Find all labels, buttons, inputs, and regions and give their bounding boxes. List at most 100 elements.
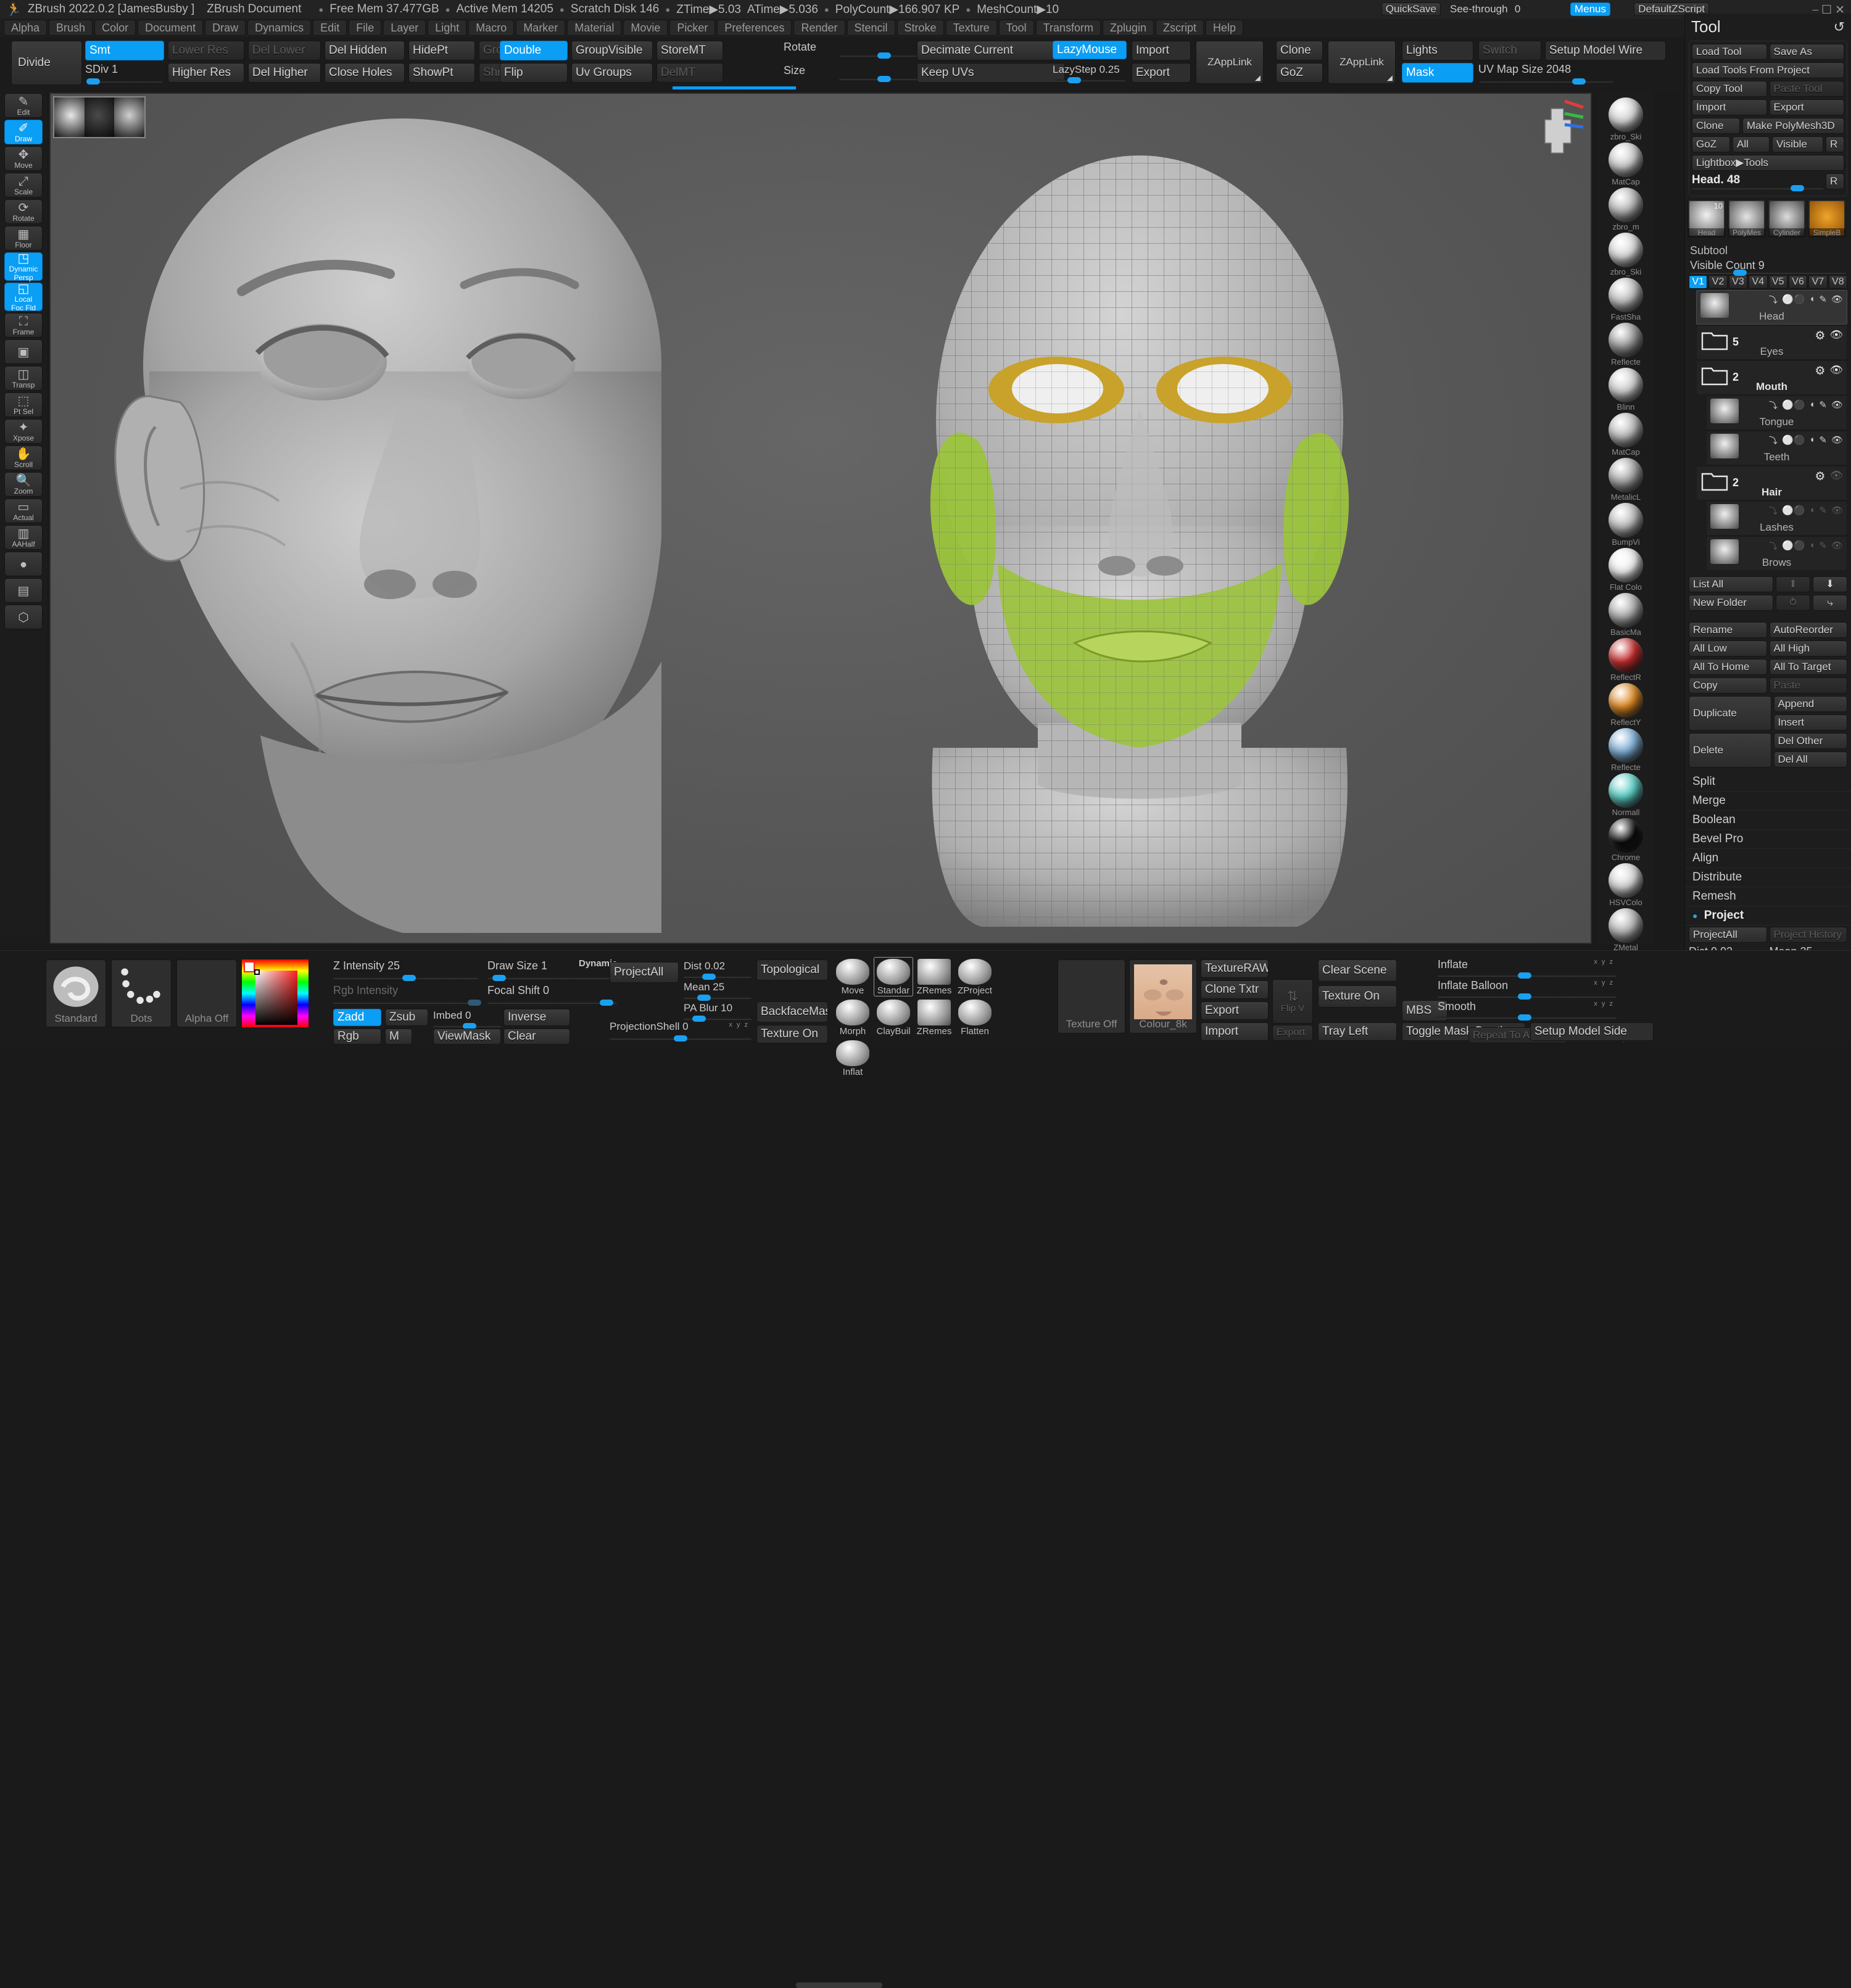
- goz-button[interactable]: GoZ: [1276, 63, 1323, 83]
- clone-button[interactable]: Clone: [1276, 41, 1323, 60]
- left-tool-draw[interactable]: ✐ Draw: [4, 120, 43, 144]
- show-pt-button[interactable]: ShowPt: [408, 63, 475, 83]
- tool-section-remesh[interactable]: Remesh: [1685, 887, 1851, 906]
- paste-tool-button[interactable]: Paste Tool: [1769, 81, 1844, 97]
- setup-model-side-button[interactable]: Setup Model Side: [1530, 1022, 1654, 1041]
- tool-clone-button[interactable]: Clone: [1692, 118, 1740, 134]
- current-alpha-swatch[interactable]: Alpha Off: [176, 959, 237, 1027]
- brush-palette-item[interactable]: ZProject: [955, 957, 995, 996]
- move-up-button[interactable]: ⬆: [1776, 576, 1810, 592]
- subtool-view-tab-v4[interactable]: V4: [1749, 275, 1768, 289]
- list-all-button[interactable]: List All: [1689, 576, 1773, 592]
- tool-section-distribute[interactable]: Distribute: [1685, 868, 1851, 887]
- outdent-button[interactable]: ⥁: [1776, 595, 1810, 611]
- arrow-icon[interactable]: ⤵: [1769, 434, 1778, 447]
- eye-icon[interactable]: 👁: [1831, 505, 1843, 517]
- bottom-projection-shell-slider[interactable]: ProjectionShell 0 x y z: [610, 1020, 752, 1042]
- subtool-copy-button[interactable]: Copy: [1689, 677, 1767, 694]
- current-stroke-swatch[interactable]: Dots: [111, 959, 172, 1027]
- texture-on-small-button[interactable]: Texture On: [756, 1025, 828, 1043]
- material-swatch[interactable]: ReflectR: [1598, 638, 1654, 682]
- backface-mask-button[interactable]: BackfaceMask: [756, 1001, 828, 1022]
- gear-icon[interactable]: ⚙: [1815, 329, 1825, 343]
- left-tool-scale[interactable]: ⤢ Scale: [4, 173, 43, 197]
- subtool-view-tab-v7[interactable]: V7: [1808, 275, 1828, 289]
- hide-pt-button[interactable]: HidePt: [408, 41, 475, 60]
- lights-button[interactable]: Lights: [1402, 41, 1473, 60]
- color-cursor[interactable]: [254, 969, 260, 975]
- tool-all-button[interactable]: All: [1733, 136, 1770, 152]
- all-to-target-button[interactable]: All To Target: [1769, 659, 1847, 675]
- texture-export2-button[interactable]: Export: [1272, 1025, 1313, 1041]
- polypaint-icon[interactable]: ⚪⚫: [1782, 294, 1805, 306]
- menu-item-layer[interactable]: Layer: [383, 20, 426, 36]
- del-lower-button[interactable]: Del Lower: [248, 41, 321, 60]
- material-swatch[interactable]: ReflectY: [1598, 683, 1654, 727]
- load-tool-button[interactable]: Load Tool: [1692, 44, 1767, 60]
- sculpt-model-wireframe[interactable]: [779, 131, 1507, 927]
- material-swatch[interactable]: zbro_Ski: [1598, 233, 1654, 276]
- arrow-icon[interactable]: ⤵: [1769, 540, 1778, 552]
- visible-count-slider[interactable]: Visible Count 9: [1690, 259, 1846, 276]
- menu-item-alpha[interactable]: Alpha: [4, 20, 48, 36]
- all-low-button[interactable]: All Low: [1689, 640, 1767, 656]
- import-button[interactable]: Import: [1132, 41, 1191, 60]
- left-tool-aahalf[interactable]: ▥ AAHalf: [4, 525, 43, 550]
- divide-button[interactable]: Divide: [11, 41, 82, 85]
- subtool-view-tab-v5[interactable]: V5: [1768, 275, 1787, 289]
- make-polymesh3d-button[interactable]: Make PolyMesh3D: [1742, 118, 1844, 134]
- menu-item-material[interactable]: Material: [567, 20, 622, 36]
- left-tool-scroll[interactable]: ✋ Scroll: [4, 445, 43, 470]
- left-tool-dynamic-persp[interactable]: ◳ Dynamic Persp: [4, 252, 43, 282]
- material-swatch[interactable]: Flat Colo: [1598, 548, 1654, 592]
- menu-item-stroke[interactable]: Stroke: [897, 20, 944, 36]
- save-as-button[interactable]: Save As: [1769, 44, 1844, 60]
- tool-section-split[interactable]: Split: [1685, 772, 1851, 792]
- material-swatch[interactable]: Reflecte: [1598, 728, 1654, 772]
- menu-item-preferences[interactable]: Preferences: [717, 20, 792, 36]
- higher-res-button[interactable]: Higher Res: [168, 63, 244, 83]
- subtool-item[interactable]: 2 ⚙ 👁 Mouth: [1696, 360, 1847, 395]
- new-folder-button[interactable]: New Folder: [1689, 595, 1773, 611]
- subtool-item[interactable]: ⤵ ⚪⚫ ◖ ✎ 👁 Teeth: [1706, 431, 1847, 465]
- inflate-balloon-slider[interactable]: Inflate Balloon x y z: [1438, 979, 1617, 1000]
- menu-item-brush[interactable]: Brush: [49, 20, 93, 36]
- subtool-view-tab-v3[interactable]: V3: [1728, 275, 1748, 289]
- brush-palette-item[interactable]: ClayBuil: [874, 998, 913, 1037]
- brush-icon[interactable]: ✎: [1819, 434, 1827, 447]
- lightbox-tools-button[interactable]: Lightbox▶Tools: [1692, 155, 1844, 171]
- imbed-slider[interactable]: Imbed 0: [433, 1009, 501, 1029]
- subtool-view-tab-v6[interactable]: V6: [1788, 275, 1808, 289]
- brush-icon[interactable]: ✎: [1819, 399, 1827, 412]
- gear-icon[interactable]: ⚙: [1815, 364, 1825, 378]
- half-contrast-icon[interactable]: ◖: [1809, 434, 1815, 447]
- clone-txtr-button[interactable]: Clone Txtr: [1201, 980, 1269, 999]
- texture-export-button[interactable]: Export: [1201, 1001, 1269, 1020]
- menu-item-edit[interactable]: Edit: [313, 20, 347, 36]
- material-swatch[interactable]: Blinn: [1598, 368, 1654, 412]
- bottom-mean-slider[interactable]: Mean 25: [684, 980, 752, 1001]
- tool-thumbnail[interactable]: Cylinder: [1768, 199, 1806, 238]
- left-tool-item-19[interactable]: ⬡: [4, 605, 43, 629]
- menu-item-picker[interactable]: Picker: [669, 20, 716, 36]
- double-button[interactable]: Double: [500, 41, 568, 60]
- tool-thumbnail[interactable]: 10 Head: [1687, 199, 1726, 238]
- flip-v-button[interactable]: ⇅ Flip V: [1272, 979, 1313, 1024]
- subtool-view-tab-v8[interactable]: V8: [1828, 275, 1847, 289]
- sculpt-model-detailed[interactable]: [57, 106, 785, 933]
- del-all-button[interactable]: Del All: [1773, 752, 1847, 768]
- subtool-item[interactable]: ⤵ ⚪⚫ ◖ ✎ 👁 Lashes: [1706, 501, 1847, 536]
- del-higher-button[interactable]: Del Higher: [248, 63, 321, 83]
- project-all-button[interactable]: ProjectAll: [1689, 927, 1767, 943]
- load-tools-from-project-button[interactable]: Load Tools From Project: [1692, 62, 1844, 78]
- arrow-icon[interactable]: ⤵: [1769, 294, 1778, 306]
- material-swatch[interactable]: MatCap: [1598, 143, 1654, 186]
- bottom-project-all-button[interactable]: ProjectAll: [610, 962, 679, 983]
- zapplink-button-2[interactable]: ZAppLink ◢: [1328, 41, 1396, 84]
- refresh-icon[interactable]: ↺: [1834, 19, 1845, 35]
- tool-visible-button[interactable]: Visible: [1772, 136, 1823, 152]
- brush-icon[interactable]: ✎: [1819, 540, 1827, 552]
- see-through-slider[interactable]: See-through 0: [1450, 2, 1561, 25]
- subtool-view-tab-v1[interactable]: V1: [1689, 275, 1708, 289]
- m-button[interactable]: M: [385, 1029, 412, 1045]
